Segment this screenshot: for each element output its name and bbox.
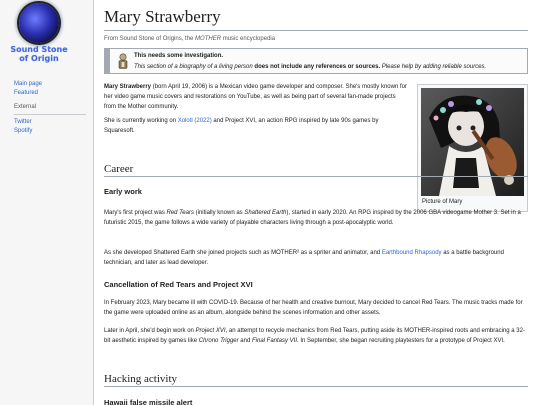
nav-external: Twitter Spotify: [14, 118, 32, 136]
content: Mary Strawberry From Sound Stone of Orig…: [93, 0, 540, 405]
warning-person-icon: [118, 53, 128, 69]
intro-paragraph-2: She is currently working on Xolotl (2022…: [104, 118, 379, 134]
thumbnail-caption: Picture of Mary: [422, 199, 463, 205]
intro-paragraph-1: Mary Strawberry (born April 19, 2006) is…: [104, 84, 407, 110]
sidebar: Sound Stone of Origin Main page Featured…: [0, 0, 93, 405]
early-work-paragraph-1: Mary's first project was Red Tears (init…: [104, 210, 521, 226]
cancellation-paragraph-1: In February 2023, Mary became ill with C…: [104, 300, 523, 316]
notice-text: This section of a biography of a living …: [134, 64, 487, 70]
nav-featured[interactable]: Featured: [14, 89, 42, 98]
early-work-paragraph-2: As she developed Shattered Earth she joi…: [104, 250, 504, 266]
notice-box: This needs some investigation. This sect…: [104, 48, 528, 74]
site-logo[interactable]: Sound Stone of Origin: [10, 3, 68, 67]
portrait-image[interactable]: [421, 88, 524, 196]
notice-title: This needs some investigation.: [134, 53, 224, 59]
xolotl-link[interactable]: Xolotl (2022): [178, 118, 212, 124]
nav-main: Main page Featured: [14, 80, 42, 98]
portrait-illustration: [421, 88, 524, 196]
career-heading: Career: [104, 162, 528, 177]
site-logo-text: Sound Stone of Origin: [10, 45, 68, 63]
cancellation-paragraph-2: Later in April, she'd begin work on Proj…: [104, 328, 525, 344]
nav-spotify[interactable]: Spotify: [14, 127, 32, 136]
tagline: From Sound Stone of Origins, the MOTHER …: [104, 36, 276, 42]
nav-external-heading: External: [14, 104, 37, 110]
nav-main-page[interactable]: Main page: [14, 80, 42, 89]
cancellation-heading: Cancellation of Red Tears and Project XV…: [104, 280, 253, 289]
globe-logo-icon: [19, 3, 59, 43]
nav-divider: [14, 114, 86, 115]
page-title: Mary Strawberry: [104, 6, 528, 31]
earthbound-rhapsody-link[interactable]: Earthbound Rhapsody: [382, 250, 442, 256]
hacking-heading: Hacking activity: [104, 372, 528, 387]
early-work-heading: Early work: [104, 187, 142, 196]
hawaii-heading: Hawaii false missile alert: [104, 398, 193, 405]
nav-twitter[interactable]: Twitter: [14, 118, 32, 127]
